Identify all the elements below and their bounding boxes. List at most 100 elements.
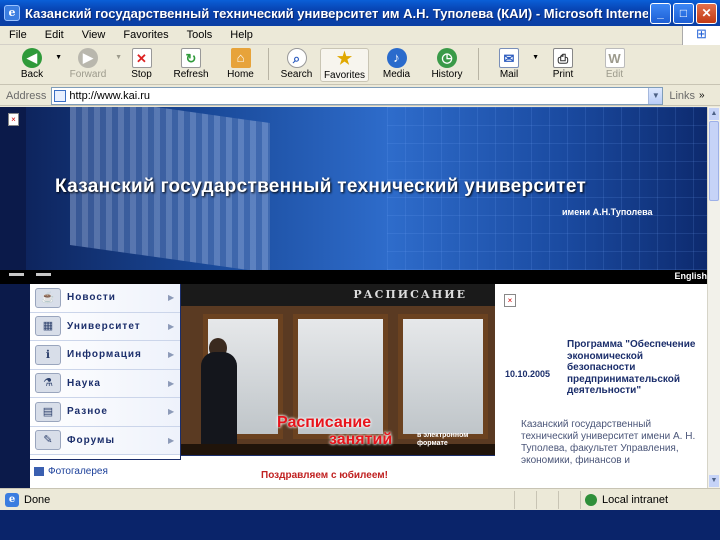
menu-favorites[interactable]: Favorites <box>114 29 177 41</box>
menu-item-label: Наука <box>67 377 101 389</box>
status-segment <box>536 490 558 509</box>
forum-icon: ✎ <box>35 430 61 451</box>
nav-tick <box>36 273 51 276</box>
address-input[interactable]: http://www.kai.ru ▼ <box>51 86 664 105</box>
address-url[interactable]: http://www.kai.ru <box>69 90 648 102</box>
chevron-right-icon: ▶ <box>168 378 175 388</box>
chevron-right-icon: ▶ <box>168 435 175 445</box>
menu-tools[interactable]: Tools <box>178 29 222 41</box>
menu-item-label: Форумы <box>67 434 115 446</box>
title-bar[interactable]: e Казанский государственный технический … <box>0 0 720 26</box>
menu-item-forums[interactable]: ✎ Форумы ▶ <box>30 426 180 455</box>
menu-file[interactable]: File <box>0 29 36 41</box>
menu-view[interactable]: View <box>73 29 115 41</box>
media-button[interactable]: ♪ Media <box>373 48 420 80</box>
chevron-right-icon: ▶ <box>168 293 175 303</box>
status-text: Done <box>24 493 51 506</box>
maximize-button[interactable]: □ <box>673 2 694 24</box>
refresh-label: Refresh <box>173 69 209 80</box>
menu-help[interactable]: Help <box>221 29 262 41</box>
status-bar: e Done Local intranet <box>0 488 720 510</box>
media-label: Media <box>382 69 411 80</box>
printer-icon: ⎙ <box>553 48 573 68</box>
chevron-right-icon: ▶ <box>168 407 175 417</box>
window-title: Казанский государственный технический ун… <box>25 5 648 21</box>
search-button[interactable]: ⌕ Search <box>273 48 320 80</box>
edit-document-icon: W <box>604 48 625 68</box>
windows-logo-icon: ⊞ <box>682 25 720 45</box>
address-bar: Address http://www.kai.ru ▼ Links » <box>0 86 720 106</box>
toolbar-separator <box>478 48 479 80</box>
news-date: 10.10.2005 <box>505 369 551 379</box>
photo-gallery-link[interactable]: Фотогалерея <box>34 466 108 477</box>
forward-label: Forward <box>69 69 107 80</box>
page-content: × Казанский государственный технический … <box>0 107 707 488</box>
schedule-caption-line1: Расписание <box>277 414 372 431</box>
student-figure <box>201 352 237 455</box>
site-banner: × Казанский государственный технический … <box>0 107 707 270</box>
forward-button[interactable]: ▶ Forward ▼ <box>58 48 122 80</box>
favorites-star-icon: ★ <box>336 49 353 68</box>
browser-window: e Казанский государственный технический … <box>0 0 720 540</box>
history-button[interactable]: ◷ History <box>420 48 474 80</box>
stop-label: Stop <box>131 69 152 80</box>
mail-button[interactable]: ✉ Mail ▼ <box>483 48 539 80</box>
links-button[interactable]: Links <box>663 90 695 102</box>
scroll-down-icon[interactable]: ▼ <box>709 475 719 487</box>
back-button[interactable]: ◀ Back ▼ <box>6 48 62 80</box>
microscope-icon: ⚗ <box>35 373 61 394</box>
notice-board <box>398 314 488 439</box>
links-expand-icon[interactable]: » <box>695 90 705 101</box>
menu-item-university[interactable]: ▦ Университет ▶ <box>30 312 180 341</box>
news-headline[interactable]: Программа "Обеспечение экономической без… <box>567 339 707 397</box>
building-icon: ▦ <box>35 316 61 337</box>
refresh-button[interactable]: ↻ Refresh <box>165 48 217 80</box>
media-icon: ♪ <box>386 48 407 68</box>
intranet-globe-icon <box>585 493 597 506</box>
chevron-right-icon: ▶ <box>168 350 175 360</box>
site-menu: ☕ Новости ▶ ▦ Университет ▶ ℹ Информация… <box>30 284 181 459</box>
schedule-caption-line2: занятий <box>329 431 393 448</box>
broken-image-icon: × <box>8 113 19 126</box>
menu-item-label: Университет <box>67 320 141 332</box>
broken-image-icon: × <box>504 294 516 307</box>
menu-item-science[interactable]: ⚗ Наука ▶ <box>30 369 180 398</box>
menu-item-misc[interactable]: ▤ Разное ▶ <box>30 398 180 427</box>
back-label: Back <box>20 69 44 80</box>
photo-gallery-label: Фотогалерея <box>48 466 108 477</box>
menu-item-label: Разное <box>67 406 108 418</box>
home-button[interactable]: ⌂ Home <box>217 48 264 80</box>
close-button[interactable]: ✕ <box>696 2 717 24</box>
schedule-caption-note: в электронном формате <box>417 432 469 447</box>
zone-label: Local intranet <box>602 493 669 506</box>
nav-tick <box>9 273 24 276</box>
status-segment <box>514 490 536 509</box>
slide-background-bottom <box>0 510 720 540</box>
english-link[interactable]: English <box>674 271 707 281</box>
address-label: Address <box>6 89 47 102</box>
menu-item-information[interactable]: ℹ Информация ▶ <box>30 341 180 370</box>
menu-edit[interactable]: Edit <box>36 29 73 41</box>
history-label: History <box>431 69 463 80</box>
scroll-thumb[interactable] <box>709 121 719 201</box>
favorites-button[interactable]: ★ Favorites <box>320 48 369 82</box>
address-dropdown-icon[interactable]: ▼ <box>648 87 663 104</box>
minimize-button[interactable]: _ <box>650 2 671 24</box>
scroll-up-icon[interactable]: ▲ <box>709 108 719 120</box>
chevron-right-icon: ▶ <box>168 321 175 331</box>
newspaper-icon: ☕ <box>35 287 61 308</box>
edit-button[interactable]: W Edit <box>591 48 638 80</box>
stop-button[interactable]: ✕ Stop <box>118 48 165 80</box>
print-button[interactable]: ⎙ Print <box>535 48 591 80</box>
standard-toolbar: ◀ Back ▼ ▶ Forward ▼ ✕ Stop ↻ Refresh ⌂ … <box>0 45 720 85</box>
history-icon: ◷ <box>437 48 457 68</box>
schedule-photo[interactable]: РАСПИСАНИЕ Расписание занятий в электрон… <box>181 284 495 456</box>
status-segment <box>558 490 580 509</box>
info-icon: ℹ <box>35 344 61 365</box>
greeting-text[interactable]: Поздравляем с юбилеем! <box>261 470 388 481</box>
menu-item-news[interactable]: ☕ Новости ▶ <box>30 284 180 313</box>
menu-bar: File Edit View Favorites Tools Help ⊞ <box>0 25 720 45</box>
left-sidebar-strip <box>0 284 30 488</box>
forward-arrow-icon: ▶ <box>78 48 98 68</box>
vertical-scrollbar[interactable]: ▲ ▼ <box>707 107 720 488</box>
